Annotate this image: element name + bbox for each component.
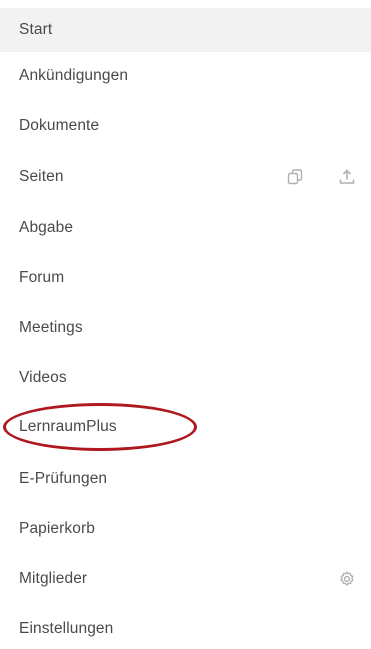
nav-item-label: Ankündigungen [19,67,129,84]
nav-item-label: Videos [19,369,67,386]
nav-item-label: Seiten [19,168,64,185]
nav-item-mitglieder[interactable]: Mitglieder [0,557,371,601]
nav-item-label: Einstellungen [19,620,114,637]
nav-item-forum[interactable]: Forum [0,256,371,300]
nav-item-e-pruefungen[interactable]: E-Prüfungen [0,457,371,501]
upload-icon[interactable] [337,167,357,187]
nav-item-label: Papierkorb [19,520,95,537]
nav-item-einstellungen[interactable]: Einstellungen [0,607,371,649]
nav-item-label: Abgabe [19,219,74,236]
nav-item-dokumente[interactable]: Dokumente [0,104,371,148]
nav-item-label: Forum [19,269,65,286]
nav-item-seiten[interactable]: Seiten [0,155,371,199]
nav-item-label: E-Prüfungen [19,470,108,487]
nav-item-label: LernraumPlus [19,418,117,435]
nav-item-videos[interactable]: Videos [0,356,371,400]
nav-item-start[interactable]: Start [0,8,371,52]
course-navigation: Start Ankündigungen Dokumente Seiten Abg… [0,0,371,649]
nav-item-label: Mitglieder [19,570,88,587]
nav-item-abgabe[interactable]: Abgabe [0,206,371,250]
nav-item-ankuendigungen[interactable]: Ankündigungen [0,54,371,98]
nav-item-lernraumplus[interactable]: LernraumPlus [0,405,371,449]
nav-item-meetings[interactable]: Meetings [0,306,371,350]
nav-item-label: Dokumente [19,117,100,134]
nav-item-label: Meetings [19,319,83,336]
copy-icon[interactable] [285,167,305,187]
nav-item-papierkorb[interactable]: Papierkorb [0,507,371,551]
nav-item-label: Start [19,21,53,38]
gear-icon[interactable] [337,569,357,589]
